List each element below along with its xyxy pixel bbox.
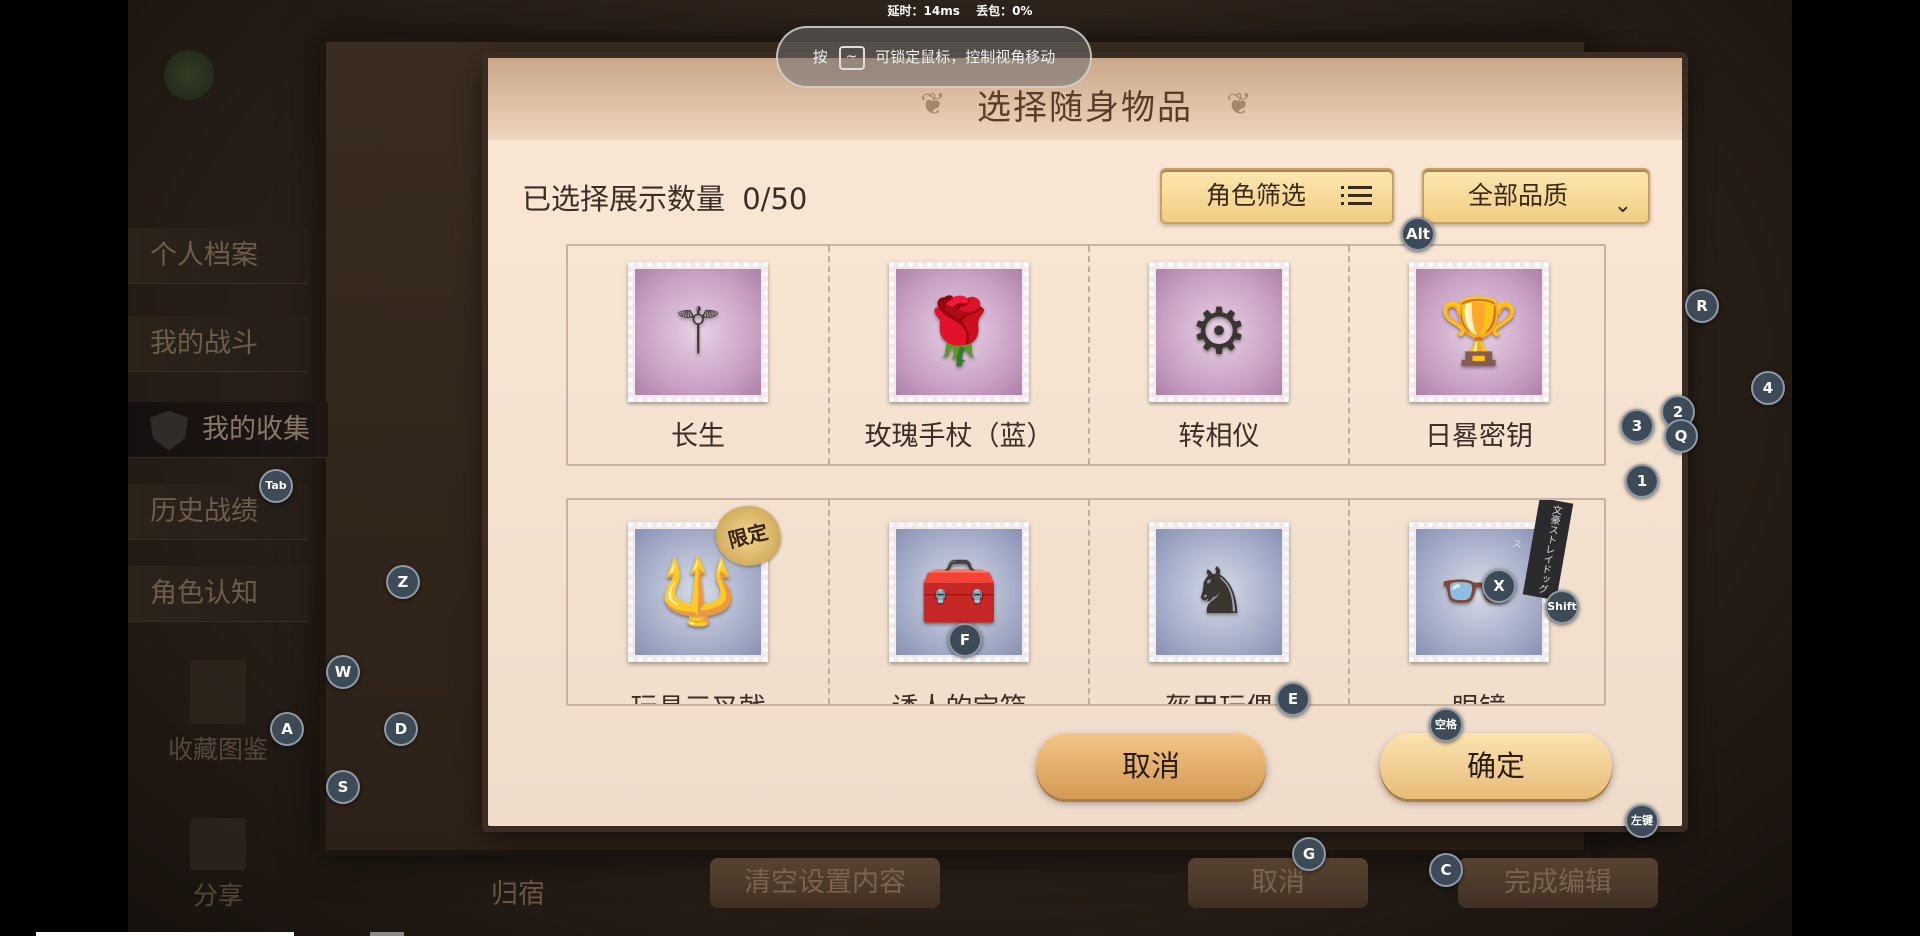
key-hint-left-click[interactable]: 左键	[1625, 804, 1659, 838]
sidebar-share-label: 分享	[192, 881, 243, 910]
clear-settings-button[interactable]: 清空设置内容	[710, 858, 940, 908]
sidebar-item-label: 角色认知	[150, 578, 258, 609]
item-card-armor-doll[interactable]: ♞ 盔甲玩偶	[1088, 500, 1348, 704]
key-hint-3[interactable]: 3	[1620, 409, 1654, 443]
key-hint-shift[interactable]: Shift	[1545, 590, 1579, 624]
latency-text: 延时：14ms	[887, 4, 960, 18]
selected-count-label: 已选择展示数量	[522, 182, 726, 216]
item-card-sundial-key[interactable]: 🏆 日晷密钥	[1348, 246, 1608, 464]
item-name: 转相仪	[1178, 421, 1260, 452]
key-hint-alt[interactable]: Alt	[1401, 217, 1435, 251]
key-hint-tab[interactable]: Tab	[259, 469, 293, 503]
sidebar-item-role-knowledge[interactable]: 角色认知	[128, 566, 308, 622]
shield-icon	[150, 410, 188, 451]
list-icon	[1341, 186, 1372, 206]
key-hint-x[interactable]: X	[1482, 569, 1516, 603]
sidebar-item-battle[interactable]: 我的战斗	[128, 316, 308, 372]
item-name: 长生	[671, 421, 725, 452]
rose-cane-icon: 🌹	[919, 295, 999, 369]
sidebar-item-label: 我的收集	[202, 414, 310, 445]
tilde-key-icon: ~	[838, 45, 865, 70]
item-name: 诱人的宝箱	[830, 686, 1088, 704]
selected-count-value: 0/50	[742, 182, 808, 216]
selected-count: 已选择展示数量 0/50	[522, 176, 807, 218]
item-stamp: 🔱 限定	[628, 500, 787, 662]
item-card-treasure-chest[interactable]: 🧰 诱人的宝箱	[828, 500, 1088, 704]
item-stamp: 🌹	[889, 262, 1029, 402]
key-hint-r[interactable]: R	[1685, 289, 1719, 323]
item-card-phase-device[interactable]: ⚙ 转相仪	[1088, 246, 1348, 464]
book-icon	[190, 660, 246, 724]
item-name: 日晷密钥	[1425, 421, 1533, 452]
archive-button[interactable]: 归宿	[458, 870, 578, 920]
armor-doll-icon: ♞	[1190, 555, 1248, 629]
item-stamp: 👓 文豪ストレイドッグス	[1409, 500, 1574, 662]
item-stamp: 🏆	[1409, 262, 1549, 402]
item-row: 🔱 限定 玩具三叉戟 🧰 诱人的宝箱 ♞ 盔甲玩偶 👓 文豪ストレイドッグス 眼…	[566, 498, 1606, 706]
goblet-icon: 🏆	[1439, 295, 1519, 369]
item-stamp: ⚚	[628, 262, 768, 402]
sidebar-item-label: 历史战绩	[150, 496, 258, 527]
key-hint-space[interactable]: 空格	[1429, 708, 1463, 742]
quality-filter-label: 全部品质	[1468, 181, 1569, 210]
game-viewport: 个人档案 我的战斗 我的收集 历史战绩 角色认知 收藏图鉴 分享 归宿 清空设置…	[128, 0, 1792, 936]
key-hint-f[interactable]: F	[948, 623, 982, 657]
key-hint-e[interactable]: E	[1276, 682, 1310, 716]
staff-icon: ⚚	[669, 295, 727, 369]
collab-ribbon: 文豪ストレイドッグス	[1509, 500, 1574, 601]
finish-edit-button[interactable]: 完成编辑	[1458, 858, 1658, 908]
chevron-down-icon: ⌄	[1613, 193, 1632, 218]
bg-cancel-button[interactable]: 取消	[1188, 858, 1368, 908]
network-status: 延时：14ms 丢包：0%	[0, 2, 1920, 19]
lock-hint-prefix: 按	[812, 48, 828, 66]
packet-loss-text: 丢包：0%	[976, 4, 1033, 18]
dialog-confirm-button[interactable]: 确定	[1380, 733, 1612, 799]
key-hint-1[interactable]: 1	[1625, 464, 1659, 498]
key-hint-d[interactable]: D	[384, 712, 418, 746]
key-hint-4[interactable]: 4	[1751, 371, 1785, 405]
role-filter-label: 角色筛选	[1206, 181, 1307, 210]
limited-badge: 限定	[709, 500, 787, 573]
treasure-chest-icon: 🧰	[919, 555, 999, 629]
progress-strip	[36, 932, 294, 936]
select-item-dialog: ❦ ❦ 选择随身物品 已选择展示数量 0/50 角色筛选 全部品质 ⌄ ⚚ 长生…	[488, 58, 1682, 826]
item-card-toy-trident[interactable]: 🔱 限定 玩具三叉戟	[568, 500, 828, 704]
key-hint-s[interactable]: S	[326, 770, 360, 804]
sidebar-item-profile[interactable]: 个人档案	[128, 228, 308, 284]
lock-hint-text: 可锁定鼠标，控制视角移动	[875, 48, 1056, 66]
item-stamp: ♞	[1149, 522, 1289, 662]
share-icon	[190, 818, 246, 870]
item-name: 玫瑰手杖（蓝）	[864, 421, 1054, 452]
role-filter-button[interactable]: 角色筛选	[1160, 168, 1394, 224]
key-hint-c[interactable]: C	[1429, 853, 1463, 887]
sidebar-item-label: 个人档案	[150, 240, 258, 271]
key-hint-q[interactable]: Q	[1664, 419, 1698, 453]
dialog-title: 选择随身物品	[977, 88, 1193, 128]
item-row: ⚚ 长生 🌹 玫瑰手杖（蓝） ⚙ 转相仪 🏆 日晷密钥	[566, 244, 1606, 466]
item-name: 眼镜	[1350, 686, 1604, 704]
item-card-longevity[interactable]: ⚚ 长生	[568, 246, 828, 464]
progress-strip-secondary	[370, 932, 404, 936]
sidebar-share[interactable]: 分享	[128, 818, 308, 912]
quality-filter-dropdown[interactable]: 全部品质 ⌄	[1422, 168, 1650, 224]
sidebar-album-label: 收藏图鉴	[167, 735, 268, 764]
item-card-rose-cane[interactable]: 🌹 玫瑰手杖（蓝）	[828, 246, 1088, 464]
mouse-lock-hint: 按 ~ 可锁定鼠标，控制视角移动	[776, 26, 1092, 88]
dialog-cancel-button[interactable]: 取消	[1036, 733, 1266, 799]
sidebar-item-label: 我的战斗	[150, 328, 258, 359]
item-stamp: ⚙	[1149, 262, 1289, 402]
item-name: 玩具三叉戟	[568, 686, 828, 704]
sidebar-item-collection[interactable]: 我的收集	[128, 402, 328, 458]
key-hint-z[interactable]: Z	[386, 565, 420, 599]
key-hint-a[interactable]: A	[270, 712, 304, 746]
key-hint-w[interactable]: W	[326, 655, 360, 689]
key-hint-g[interactable]: G	[1292, 837, 1326, 871]
game-logo-icon	[164, 50, 214, 100]
trident-icon: 🔱	[658, 555, 738, 629]
gear-device-icon: ⚙	[1190, 295, 1248, 369]
